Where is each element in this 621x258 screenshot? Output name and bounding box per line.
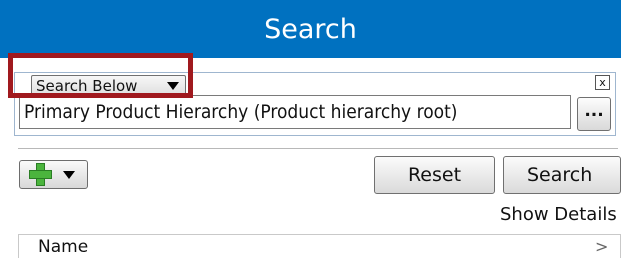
browse-button[interactable]: ...: [577, 97, 611, 131]
reset-button[interactable]: Reset: [374, 156, 495, 194]
hierarchy-value: Primary Product Hierarchy (Product hiera…: [24, 101, 458, 123]
search-button[interactable]: Search: [503, 156, 621, 194]
add-criteria-button[interactable]: [19, 160, 88, 189]
column-header-name[interactable]: Name >: [18, 234, 621, 258]
chevron-down-icon: [63, 170, 75, 179]
chevron-down-icon: [167, 82, 179, 90]
scope-panel: Search Below x Primary Product Hierarchy…: [14, 72, 616, 136]
scope-dropdown-label: Search Below: [36, 77, 138, 95]
page-title: Search: [264, 13, 357, 45]
show-details-link[interactable]: Show Details: [500, 204, 617, 225]
scope-dropdown[interactable]: Search Below: [31, 75, 186, 97]
chevron-right-icon: >: [595, 237, 609, 256]
close-icon[interactable]: x: [595, 75, 610, 90]
search-header: Search: [0, 0, 621, 58]
divider: [18, 148, 618, 149]
plus-icon: [28, 162, 53, 187]
hierarchy-field[interactable]: Primary Product Hierarchy (Product hiera…: [19, 95, 571, 129]
column-header-label: Name: [38, 236, 89, 257]
